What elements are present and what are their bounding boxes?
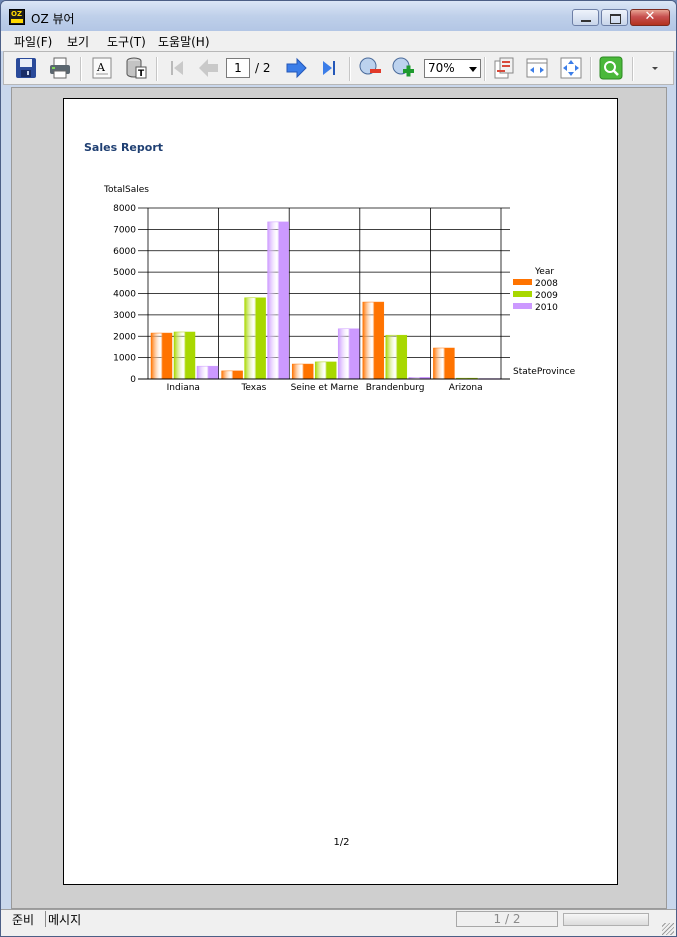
chart-legend: Year 2008 2009 2010 bbox=[513, 267, 558, 313]
title-bar[interactable]: OZ OZ 뷰어 ✕ bbox=[1, 1, 676, 31]
bar-2010-1 bbox=[267, 221, 289, 380]
database-icon[interactable]: T bbox=[124, 56, 148, 80]
y-tick-label: 4000 bbox=[113, 290, 136, 300]
svg-text:A: A bbox=[96, 61, 106, 74]
x-tick-label: Brandenburg bbox=[366, 383, 425, 393]
bar-2008-3 bbox=[362, 301, 385, 380]
page-total-label: / 2 bbox=[255, 61, 271, 75]
y-tick-label: 6000 bbox=[113, 247, 136, 257]
y-tick-label: 8000 bbox=[113, 204, 136, 214]
legend-label: 2008 bbox=[535, 279, 558, 289]
x-tick-label: Arizona bbox=[449, 383, 483, 393]
next-page-icon[interactable] bbox=[284, 56, 308, 80]
dropdown-arrow-icon bbox=[469, 67, 477, 72]
fit-width-icon[interactable] bbox=[525, 56, 549, 80]
close-icon: ✕ bbox=[644, 9, 656, 24]
y-tick-label: 2000 bbox=[113, 332, 136, 342]
x-tick-label: Indiana bbox=[167, 383, 200, 393]
oz-viewer-window: OZ OZ 뷰어 ✕ 파일(F) 보기 도구(T) 도움말(H) A T 1 /… bbox=[0, 0, 677, 937]
y-tick-label: 7000 bbox=[113, 225, 136, 235]
status-bar: 준비 메시지 1 / 2 bbox=[1, 909, 676, 936]
bar-2010-2 bbox=[337, 328, 360, 380]
toolbar-overflow-icon[interactable] bbox=[652, 67, 658, 70]
bar-2009-2 bbox=[314, 361, 337, 380]
previous-page-icon[interactable] bbox=[197, 56, 221, 80]
minimize-icon bbox=[581, 20, 591, 22]
text-export-icon[interactable]: A bbox=[90, 56, 114, 80]
y-tick-label: 5000 bbox=[113, 268, 136, 278]
svg-text:T: T bbox=[138, 69, 145, 79]
zoom-select[interactable]: 70% bbox=[424, 59, 481, 78]
legend-swatch bbox=[513, 303, 532, 309]
legend-swatch bbox=[513, 291, 532, 297]
chart-bars bbox=[150, 221, 501, 380]
bar-2010-0 bbox=[196, 365, 219, 380]
bar-2009-3 bbox=[385, 334, 408, 380]
menu-bar: 파일(F) 보기 도구(T) 도움말(H) bbox=[1, 31, 676, 51]
search-icon[interactable] bbox=[599, 56, 623, 80]
report-title: Sales Report bbox=[84, 141, 163, 154]
x-tick-label: Seine et Marne bbox=[291, 383, 359, 393]
report-page: Sales Report TotalSales 0 1000 2000 3000 400… bbox=[63, 98, 618, 885]
x-tick-label: Texas bbox=[240, 383, 266, 393]
maximize-icon bbox=[610, 14, 621, 24]
status-state: 준비 bbox=[12, 913, 35, 927]
print-icon[interactable] bbox=[48, 56, 72, 80]
toolbar: A T 1 / 2 70% bbox=[3, 51, 674, 85]
status-progress-bar bbox=[563, 913, 649, 926]
bar-2008-1 bbox=[221, 370, 243, 380]
window-title: OZ 뷰어 bbox=[31, 12, 75, 26]
legend-label: 2010 bbox=[535, 303, 558, 313]
bar-2008-2 bbox=[291, 363, 314, 380]
x-axis-label: StateProvince bbox=[513, 367, 576, 377]
maximize-button[interactable] bbox=[601, 9, 628, 26]
y-tick-label: 0 bbox=[130, 375, 136, 385]
menu-view[interactable]: 보기 bbox=[67, 33, 89, 50]
sales-bar-chart: TotalSales 0 1000 2000 3000 4000 5000 6000 7000… bbox=[103, 185, 576, 393]
y-tick-label: 3000 bbox=[113, 311, 136, 321]
oz-app-icon: OZ bbox=[9, 9, 25, 25]
legend-label: 2009 bbox=[535, 291, 558, 301]
resize-grip-icon[interactable] bbox=[662, 923, 674, 935]
bar-2009-1 bbox=[244, 297, 266, 380]
menu-help[interactable]: 도움말(H) bbox=[158, 33, 210, 50]
y-tick-label: 1000 bbox=[113, 354, 136, 364]
legend-swatch bbox=[513, 279, 532, 285]
menu-tools[interactable]: 도구(T) bbox=[107, 33, 146, 50]
bar-2009-0 bbox=[173, 331, 196, 380]
last-page-icon[interactable] bbox=[317, 56, 341, 80]
zoom-value: 70% bbox=[428, 61, 455, 75]
menu-file[interactable]: 파일(F) bbox=[14, 33, 52, 50]
fit-page-icon[interactable] bbox=[559, 56, 583, 80]
first-page-icon[interactable] bbox=[165, 56, 189, 80]
y-axis-label: TotalSales bbox=[103, 185, 149, 195]
close-button[interactable]: ✕ bbox=[630, 9, 670, 26]
page-number-input[interactable]: 1 bbox=[226, 58, 250, 78]
zoom-out-icon[interactable] bbox=[358, 56, 382, 80]
bar-2008-4 bbox=[433, 347, 455, 380]
report-viewer-area[interactable]: Sales Report TotalSales 0 1000 2000 3000 400… bbox=[11, 87, 667, 909]
zoom-in-icon[interactable] bbox=[391, 56, 415, 80]
page-setup-icon[interactable] bbox=[492, 56, 516, 80]
legend-title: Year bbox=[534, 267, 554, 277]
page-footer-number: 1/2 bbox=[333, 837, 350, 848]
status-page-indicator: 1 / 2 bbox=[456, 911, 558, 927]
save-icon[interactable] bbox=[14, 56, 38, 80]
minimize-button[interactable] bbox=[572, 9, 599, 26]
status-message: 메시지 bbox=[48, 913, 82, 927]
bar-2008-0 bbox=[150, 332, 173, 380]
